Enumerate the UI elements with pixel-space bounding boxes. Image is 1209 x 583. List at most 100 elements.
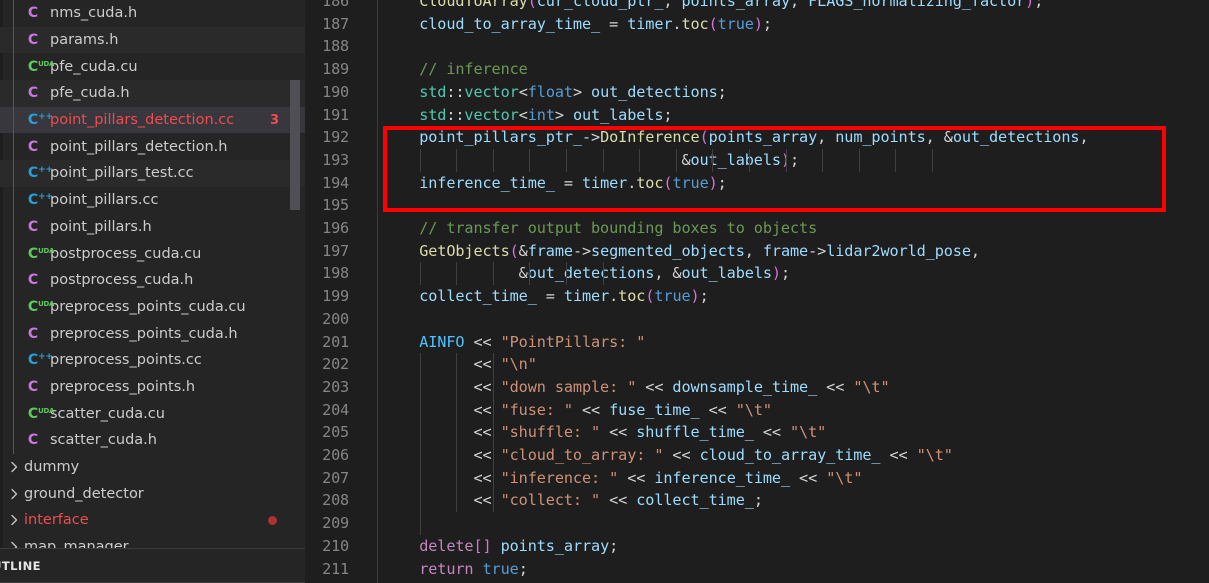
code-line[interactable]: 202 << "\n" xyxy=(305,353,537,376)
cuda-file-icon: C UDA xyxy=(27,298,55,315)
file-tree-item[interactable]: Cpoint_pillars.h xyxy=(0,213,305,241)
code-line[interactable]: 199 collect_time_ = timer.toc(true); xyxy=(305,285,709,308)
folder-tree-item[interactable]: map_manager xyxy=(0,534,305,548)
code-line-text: inference_time_ = timer.toc(true); xyxy=(369,172,727,195)
code-line[interactable]: 193 &out_labels); xyxy=(305,148,933,172)
code-token: "shuffle: " xyxy=(500,423,601,442)
explorer-sidebar: Cnms_cuda.h Cparams.h C UDA pfe_cuda.cu Cpfe_… xyxy=(0,0,305,583)
code-token: "\t" xyxy=(853,377,890,396)
indent-guide xyxy=(566,262,567,286)
code-token: toc xyxy=(618,287,646,306)
code-line-text: GetObjects(&frame->segmented_objects, fr… xyxy=(369,240,980,263)
code-token: out_detections xyxy=(527,264,655,283)
code-token: << xyxy=(636,377,673,396)
code-line[interactable]: 204 << "fuse: " << fuse_time_ << "\t" xyxy=(305,398,772,422)
file-tree-item[interactable]: Cnms_cuda.h xyxy=(0,0,305,27)
code-token: , xyxy=(817,128,836,147)
code-token: & xyxy=(518,264,528,283)
code-line[interactable]: 196 // transfer output bounding boxes to… xyxy=(305,217,817,240)
line-number: 209 xyxy=(322,514,349,533)
error-dot-badge xyxy=(268,515,277,525)
code-line[interactable]: 190 std::vector<float> out_detections; xyxy=(305,81,727,104)
code-token: AINFO xyxy=(419,332,465,351)
code-token: int xyxy=(527,105,555,124)
code-token: return xyxy=(419,559,474,578)
code-line[interactable]: 194 inference_time_ = timer.toc(true); xyxy=(305,172,727,195)
file-tree-item[interactable]: Cpreprocess_points.h xyxy=(0,373,305,401)
code-line[interactable]: 209 xyxy=(305,512,421,535)
code-token: points_array xyxy=(681,0,791,10)
file-tree-item[interactable]: Cpfe_cuda.h xyxy=(0,80,305,107)
line-number: 201 xyxy=(322,332,349,351)
code-token: "cloud_to_array: " xyxy=(500,446,664,464)
code-line[interactable]: 201 AINFO << "PointPillars: " xyxy=(305,331,645,354)
file-tree-item[interactable]: Cpreprocess_points_cuda.h xyxy=(0,320,305,347)
code-line[interactable]: 192 point_pillars_ptr_->DoInference(poin… xyxy=(305,126,1088,149)
file-tree-item[interactable]: C ++ preprocess_points.cc xyxy=(0,346,305,374)
indent-guide xyxy=(419,148,421,172)
code-line-text: // transfer output bounding boxes to obj… xyxy=(369,217,817,240)
file-tree-item[interactable]: C ++ point_pillars_detection.cc 3 xyxy=(0,106,305,134)
code-line[interactable]: 206 << "cloud_to_array: " << cloud_to_ar… xyxy=(305,444,953,467)
indent-guide xyxy=(456,489,458,513)
code-line[interactable]: 186 CloudToArray(cur_cloud_ptr_, points_… xyxy=(305,0,1043,13)
file-name-label: preprocess_points.cc xyxy=(50,352,202,369)
code-line[interactable]: 187 cloud_to_array_time_ = timer.toc(tru… xyxy=(305,13,772,36)
outline-section-header[interactable]: OUTLINE xyxy=(0,548,305,583)
line-number: 192 xyxy=(322,128,349,147)
file-tree-item[interactable]: C UDA preprocess_points_cuda.cu xyxy=(0,293,305,321)
file-tree[interactable]: Cnms_cuda.h Cparams.h C UDA pfe_cuda.cu Cpfe_… xyxy=(0,0,305,548)
code-line[interactable]: 205 << "shuffle: " << shuffle_time_ << "… xyxy=(305,421,826,444)
folder-tree-item[interactable]: interface xyxy=(0,507,305,534)
line-number: 199 xyxy=(322,287,349,306)
tree-indent-guide xyxy=(13,240,14,267)
code-token: , xyxy=(744,241,763,260)
folder-tree-item[interactable]: dummy xyxy=(0,454,305,481)
file-tree-item[interactable]: Cscatter_cuda.h xyxy=(0,427,305,454)
file-name-label: postprocess_cuda.cu xyxy=(50,245,202,262)
explorer-vertical-scrollbar[interactable] xyxy=(290,80,300,210)
code-token: << xyxy=(473,355,501,374)
code-line[interactable]: 211 return true; xyxy=(305,558,528,581)
line-number: 208 xyxy=(322,491,349,510)
file-tree-item[interactable]: Cparams.h xyxy=(0,26,305,54)
code-token: << xyxy=(473,446,501,464)
tree-indent-guide xyxy=(13,320,14,347)
code-token: std xyxy=(419,105,447,124)
file-tree-item[interactable]: C UDA scatter_cuda.cu xyxy=(0,400,305,427)
code-token: // inference xyxy=(419,60,528,79)
code-token: out_labels xyxy=(572,105,664,124)
file-tree-item[interactable]: C ++ point_pillars.cc xyxy=(0,186,305,214)
file-tree-item[interactable]: C ++ point_pillars_test.cc xyxy=(0,160,305,187)
code-line[interactable]: 191 std::vector<int> out_labels; xyxy=(305,104,672,127)
file-tree-item[interactable]: Cpoint_pillars_detection.h xyxy=(0,133,305,161)
code-line-text: std::vector<float> out_detections; xyxy=(369,81,727,104)
indent-guide xyxy=(419,353,421,376)
folder-tree-item[interactable]: ground_detector xyxy=(0,480,305,507)
code-line[interactable]: 207 << "inference: " << inference_time_ … xyxy=(305,466,862,490)
line-number: 210 xyxy=(322,536,349,555)
code-line[interactable]: 197 GetObjects(&frame->segmented_objects… xyxy=(305,240,980,263)
indent-guide xyxy=(456,444,458,467)
file-tree-item[interactable]: C UDA postprocess_cuda.cu xyxy=(0,240,305,267)
tree-indent-guide xyxy=(13,186,14,214)
code-line[interactable]: 188 xyxy=(305,35,383,58)
code-line-text: CloudToArray(cur_cloud_ptr_, points_arra… xyxy=(369,0,1043,13)
code-line[interactable]: 195 xyxy=(305,194,383,217)
code-line[interactable]: 208 << "collect: " << collect_time_; xyxy=(305,489,763,513)
file-tree-item[interactable]: Cpostprocess_cuda.h xyxy=(0,266,305,294)
code-editor[interactable]: 186 CloudToArray(cur_cloud_ptr_, points_… xyxy=(305,0,1209,583)
chevron-right-icon xyxy=(6,512,22,528)
code-line[interactable]: 203 << "down sample: " << downsample_tim… xyxy=(305,375,890,399)
code-surface[interactable]: 186 CloudToArray(cur_cloud_ptr_, points_… xyxy=(305,0,1209,583)
code-line[interactable]: 200 xyxy=(305,308,383,331)
file-tree-item[interactable]: C UDA pfe_cuda.cu xyxy=(0,53,305,81)
code-line[interactable]: 189 // inference xyxy=(305,58,528,81)
code-line[interactable]: 210 delete[] points_array; xyxy=(305,535,618,558)
code-token: << xyxy=(618,468,655,487)
tree-indent-guide xyxy=(13,266,14,294)
code-token: ( xyxy=(708,14,718,33)
